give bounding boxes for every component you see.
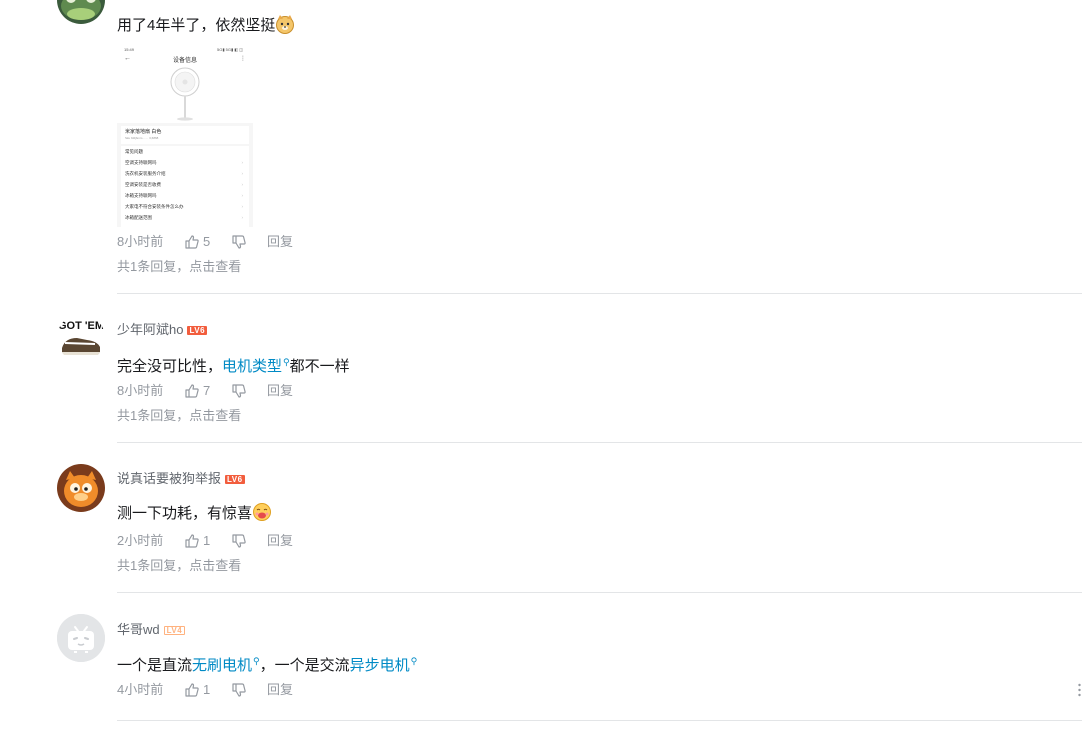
search-icon[interactable]: ⚲ — [411, 656, 418, 666]
level-badge: LV6 — [187, 326, 208, 335]
like-count: 1 — [203, 682, 211, 697]
comment-username[interactable]: 华哥wd LV4 — [117, 622, 186, 638]
level-badge: LV6 — [225, 475, 245, 484]
image-device-sub: Sku bfdjfsnm…… 3,6868 — [125, 136, 159, 140]
search-link[interactable]: 电机类型 — [222, 358, 282, 375]
like-count: 1 — [203, 533, 211, 548]
avatar[interactable] — [57, 464, 105, 512]
like-count: 7 — [203, 383, 211, 398]
avatar[interactable] — [57, 614, 105, 662]
avatar[interactable] — [57, 0, 105, 24]
status-time: 15:49 — [124, 47, 135, 52]
image-menu-item: 冰箱配送范围 › — [125, 215, 243, 221]
chevron-right-icon: › — [241, 171, 244, 176]
fan-product-icon — [170, 67, 200, 121]
chevron-right-icon: › — [241, 193, 244, 198]
thumbs-up-icon[interactable] — [184, 682, 200, 698]
view-replies-link[interactable]: 共1条回复，点击查看 — [117, 259, 241, 275]
image-menu-item: 大家电不符合安装条件怎么办 › — [125, 204, 243, 210]
reply-button[interactable]: 回复 — [267, 681, 293, 699]
thumbs-down-icon[interactable] — [231, 533, 247, 549]
status-icons: 5G▮ 5G▮ ◧ ◫ — [217, 47, 243, 52]
search-icon[interactable]: ⚲ — [283, 357, 290, 367]
image-menu-item-label: 大家电不符合安装条件怎么办 — [125, 204, 184, 209]
view-replies-link[interactable]: 共1条回复，点击查看 — [117, 408, 241, 424]
divider — [117, 592, 1082, 593]
comment-username[interactable]: 少年阿斌ho LV6 — [117, 322, 208, 338]
comment-time: 8小时前 — [117, 234, 164, 249]
comment-time: 8小时前 — [117, 383, 164, 398]
thumbs-up-icon[interactable] — [184, 533, 200, 549]
thumbs-down-icon[interactable] — [231, 383, 247, 399]
comment-text: 用了4年半了，依然坚挺 — [117, 14, 295, 36]
search-link[interactable]: 无刷电机 — [192, 657, 252, 674]
image-menu-item-label: 空调支持联网吗 — [125, 160, 157, 165]
chevron-right-icon: › — [241, 182, 244, 187]
image-menu-item-label: 洗衣机安装服务介绍 — [125, 171, 166, 176]
avatar-default-tv-icon — [57, 614, 105, 662]
comment-time: 2小时前 — [117, 533, 164, 548]
thumbs-up-icon[interactable] — [184, 383, 200, 399]
reply-button[interactable]: 回复 — [267, 233, 293, 251]
cheeky-face-emoji-icon — [253, 503, 272, 521]
chevron-right-icon: › — [241, 215, 244, 220]
avatar-sneaker-icon: GOT 'EM — [57, 314, 105, 362]
divider — [117, 442, 1082, 443]
image-menu-item-label: 冰箱支持联网吗 — [125, 193, 157, 198]
divider — [117, 720, 1082, 721]
divider — [117, 293, 1082, 294]
comment-text: 完全没可比性，电机类型⚲都不一样 — [117, 357, 350, 375]
reply-button[interactable]: 回复 — [267, 382, 293, 400]
image-menu-item: 冰箱支持联网吗 › — [125, 193, 243, 199]
image-menu-item: 洗衣机安装服务介绍 › — [125, 171, 243, 177]
svg-text:GOT 'EM: GOT 'EM — [58, 320, 104, 332]
comment-image[interactable]: 15:49 5G▮ 5G▮ ◧ ◫ ← ⋮ 设备信息 米家落地扇 白色 Sku … — [117, 44, 253, 227]
chevron-right-icon: › — [241, 160, 244, 165]
image-menu-item: 空调支持联网吗 › — [125, 160, 243, 166]
search-link[interactable]: 异步电机 — [350, 657, 410, 674]
chevron-right-icon: › — [241, 204, 244, 209]
doge-emoji-icon — [276, 15, 295, 34]
image-section-title: 常见问题 — [125, 149, 143, 154]
comment-time: 4小时前 — [117, 682, 164, 697]
more-vertical-icon[interactable] — [1077, 683, 1082, 697]
thumbs-down-icon[interactable] — [231, 234, 247, 250]
image-menu-item-label: 空调安装是否收费 — [125, 182, 161, 187]
thumbs-up-icon[interactable] — [184, 234, 200, 250]
like-count: 5 — [203, 234, 211, 249]
reply-button[interactable]: 回复 — [267, 532, 293, 550]
image-device-name: 米家落地扇 白色 — [125, 129, 162, 135]
search-icon[interactable]: ⚲ — [253, 656, 260, 666]
avatar[interactable]: GOT 'EM — [57, 314, 105, 362]
comment-username[interactable]: 说真话要被狗举报 LV6 — [117, 471, 245, 487]
comment-item: 用了4年半了，依然坚挺 15:49 5G▮ 5G▮ ◧ ◫ ← ⋮ 设备信息 米… — [0, 0, 1082, 294]
view-replies-link[interactable]: 共1条回复，点击查看 — [117, 558, 241, 574]
level-badge: LV4 — [163, 626, 186, 635]
image-menu-item-label: 冰箱配送范围 — [125, 215, 152, 220]
comment-text: 测一下功耗，有惊喜 — [117, 502, 272, 524]
thumbs-down-icon[interactable] — [231, 682, 247, 698]
comment-text: 一个是直流无刷电机⚲，一个是交流异步电机⚲ — [117, 656, 418, 674]
avatar-garfield-icon — [57, 464, 105, 512]
avatar-frog-icon — [57, 0, 105, 24]
image-menu-item: 空调安装是否收费 › — [125, 182, 243, 188]
image-page-title: 设备信息 — [172, 58, 197, 64]
